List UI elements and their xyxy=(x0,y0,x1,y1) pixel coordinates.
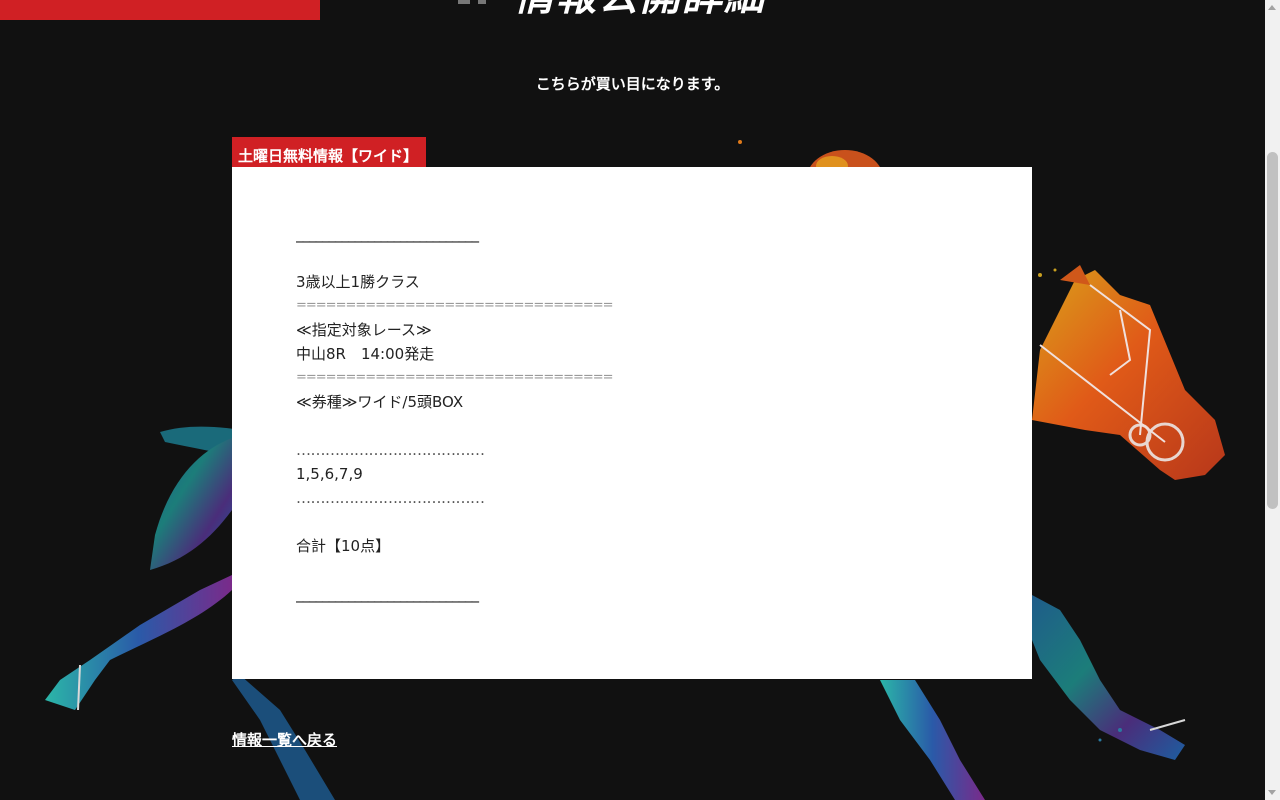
back-to-list-link[interactable]: 情報一覧へ戻る xyxy=(232,729,337,751)
scroll-up-arrow-icon[interactable] xyxy=(1265,0,1280,15)
category-badge: 土曜日無料情報【ワイド】 xyxy=(232,137,427,167)
page-viewport: 情報公開詳細 こちらが買い目になります。 xyxy=(0,0,1265,800)
post-content-card: ____________________________ 3歳以上1勝クラス =… xyxy=(232,167,1032,679)
vertical-scrollbar[interactable] xyxy=(1265,0,1280,800)
divider-bottom: ____________________________ xyxy=(296,585,479,603)
horse-numbers: 1,5,6,7,9 xyxy=(296,465,363,483)
page-title: 情報公開詳細 xyxy=(480,0,800,22)
separator-line: ================================ xyxy=(296,370,614,385)
dotted-divider: ………………………………… xyxy=(296,489,485,507)
header-red-bar xyxy=(0,0,320,20)
race-class: 3歳以上1勝クラス xyxy=(296,273,420,291)
scrollbar-thumb[interactable] xyxy=(1267,152,1278,509)
divider-top: ____________________________ xyxy=(296,225,479,243)
separator-line: ================================ xyxy=(296,298,614,313)
race-info: 中山8R 14:00発走 xyxy=(296,345,435,363)
bet-type: ≪券種≫ワイド/5頭BOX xyxy=(296,393,464,411)
total-points: 合計【10点】 xyxy=(296,537,391,555)
scroll-down-arrow-icon[interactable] xyxy=(1265,785,1280,800)
target-race-label: ≪指定対象レース≫ xyxy=(296,321,432,339)
dotted-divider: ………………………………… xyxy=(296,441,485,459)
intro-text: こちらが買い目になります。 xyxy=(535,75,730,93)
post-body: ____________________________ 3歳以上1勝クラス =… xyxy=(296,222,976,606)
